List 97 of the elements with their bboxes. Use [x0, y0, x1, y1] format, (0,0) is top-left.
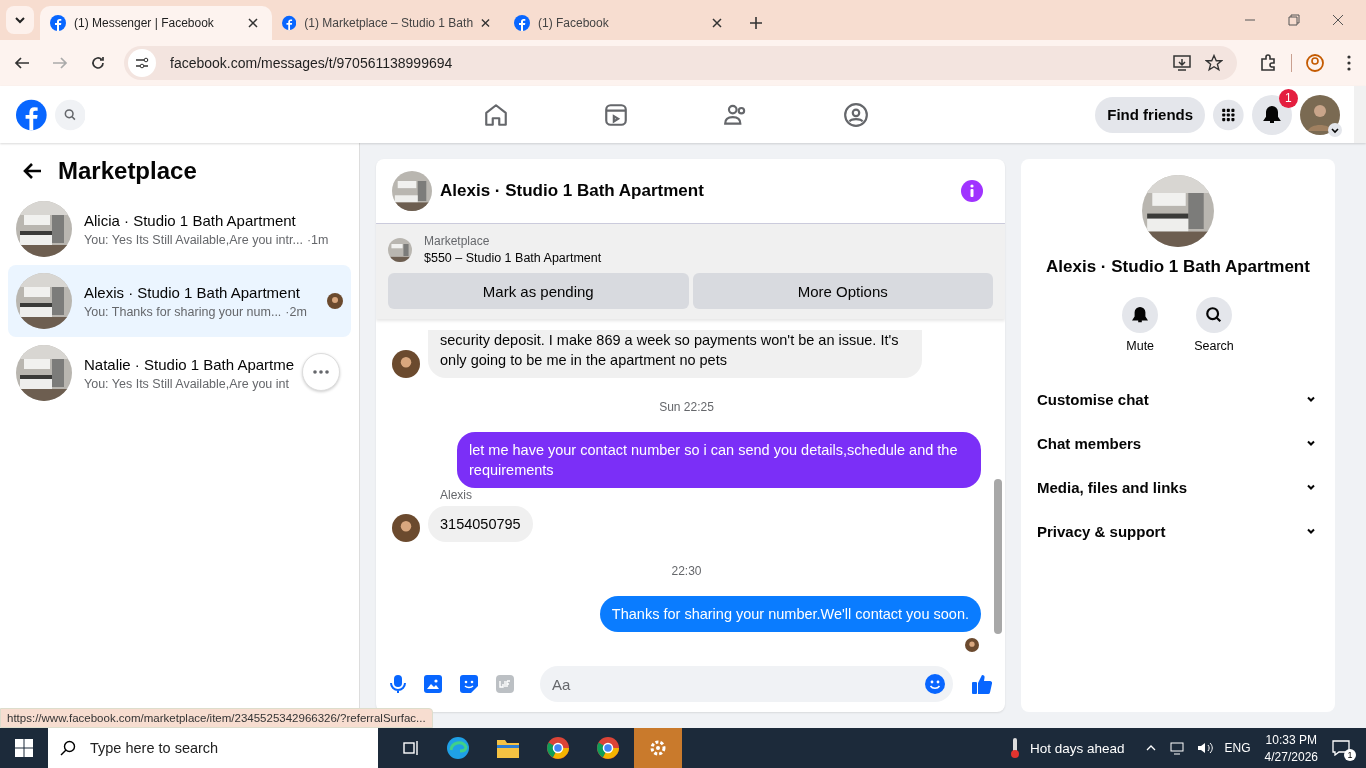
chrome-icon[interactable] — [596, 736, 620, 760]
sidebar-title: Marketplace — [58, 157, 197, 185]
info-icon[interactable] — [961, 180, 983, 202]
conversation-item[interactable]: Alexis · Studio 1 Bath Apartment You: Thanks for sharing your num... ·2m — [8, 265, 351, 337]
bell-icon[interactable] — [1122, 297, 1159, 333]
task-view-icon[interactable] — [402, 739, 420, 757]
edge-browser-icon[interactable] — [446, 736, 470, 760]
listing-action-button[interactable]: More Options — [692, 273, 993, 309]
conversation-name: Natalie · Studio 1 Bath Apartme — [84, 355, 295, 373]
thermometer-icon[interactable] — [1008, 737, 1022, 759]
thumbs-up-icon[interactable] — [971, 673, 993, 695]
microphone-icon[interactable] — [390, 674, 406, 694]
settings-section[interactable]: Media, files and links — [1021, 465, 1335, 509]
gear-icon[interactable] — [648, 738, 668, 758]
search-icon[interactable] — [60, 740, 76, 756]
reload-icon[interactable] — [90, 55, 106, 71]
back-icon[interactable] — [14, 55, 30, 71]
action-label: Mute — [1126, 339, 1155, 353]
seen-avatar — [965, 638, 979, 652]
message-timestamp: Sun 22:25 — [658, 400, 715, 414]
message-timestamp: 22:30 — [670, 564, 703, 578]
restore-icon[interactable] — [1288, 14, 1300, 26]
menu-icon[interactable] — [1346, 55, 1352, 71]
chevron-down-icon[interactable] — [14, 14, 26, 26]
avatar — [392, 350, 420, 378]
volume-icon[interactable] — [1196, 741, 1213, 755]
extensions-icon[interactable] — [1259, 54, 1277, 72]
message-bubble: security deposit. I make 869 a week so payments won't be an issue. It's only going to be me in the apartment no pets — [428, 330, 922, 378]
notifications-icon[interactable] — [1251, 94, 1292, 135]
contact-name: Alexis · Studio 1 Bath Apartment — [1046, 257, 1310, 277]
chrome-icon[interactable] — [546, 736, 570, 760]
chat-title: Alexis · Studio 1 Bath Apartment — [440, 181, 704, 201]
new-tab-icon[interactable] — [750, 17, 762, 29]
search-icon[interactable] — [1196, 297, 1232, 333]
conversation-name: Alexis · Studio 1 Bath Apartment — [84, 283, 300, 301]
close-icon[interactable] — [712, 18, 722, 28]
profile-icon[interactable] — [1306, 54, 1324, 72]
message-preview: You: Yes Its Still Available,Are you intr... — [84, 232, 303, 247]
windows-start-icon[interactable] — [15, 739, 33, 757]
address-bar[interactable]: facebook.com/messages/t/970561138999694 — [124, 46, 1237, 80]
conversation-name: Alicia · Studio 1 Bath Apartment — [84, 211, 296, 229]
notification-center-icon[interactable] — [1332, 740, 1350, 756]
facebook-logo-icon — [514, 15, 530, 31]
close-icon[interactable] — [481, 18, 490, 28]
message-preview: You: Thanks for sharing your num... — [84, 304, 282, 319]
browser-tab[interactable]: (1) Facebook — [504, 6, 736, 40]
settings-section[interactable]: Customise chat — [1021, 377, 1335, 421]
weather-text[interactable]: Hot days ahead — [1030, 740, 1125, 756]
language-indicator[interactable]: ENG — [1224, 741, 1251, 755]
sender-name: Alexis — [440, 488, 473, 502]
browser-tab[interactable]: (1) Messenger | Facebook — [40, 6, 272, 40]
facebook-logo-icon — [50, 15, 66, 31]
browser-tab[interactable]: (1) Marketplace – Studio 1 Bath — [272, 6, 504, 40]
message-time: ·1m — [306, 232, 329, 247]
message-bubble: let me have your contact number so i can send you details,schedule and the requirements — [457, 432, 981, 488]
message-bubble: Thanks for sharing your number.We'll contact you soon. — [599, 596, 981, 632]
conversation-item[interactable]: Natalie · Studio 1 Bath Apartme You: Yes Its Still Available,Are you int — [8, 337, 351, 409]
conversation-item[interactable]: Alicia · Studio 1 Bath Apartment You: Yes Its Still Available,Are you intr... ·1m — [8, 193, 351, 265]
taskbar-search-field[interactable]: Type here to search — [48, 728, 378, 768]
home-icon[interactable] — [483, 101, 510, 128]
close-icon[interactable] — [1332, 14, 1344, 26]
install-icon[interactable] — [1173, 55, 1191, 71]
groups-icon[interactable] — [843, 101, 870, 128]
settings-section[interactable]: Chat members — [1021, 421, 1335, 465]
back-arrow-icon[interactable] — [22, 162, 42, 180]
status-url: https://www.facebook.com/marketplace/item/2345525342966326/?referralSurfac... — [0, 708, 433, 728]
message-input[interactable]: Aa — [540, 666, 953, 702]
settings-app-button[interactable] — [634, 728, 682, 768]
clock-time[interactable]: 10:33 PM — [1265, 732, 1317, 747]
sticker-icon[interactable] — [460, 675, 478, 693]
network-icon[interactable] — [1168, 741, 1185, 755]
action-label: Search — [1194, 339, 1234, 353]
caret-icon[interactable] — [1327, 122, 1342, 137]
close-icon[interactable] — [248, 18, 258, 28]
listing-title: $550 – Studio 1 Bath Apartment — [424, 251, 602, 265]
listing-source: Marketplace — [424, 234, 491, 248]
site-settings-icon[interactable] — [128, 49, 156, 77]
tab-list-button[interactable] — [6, 6, 34, 34]
image-icon[interactable] — [424, 675, 442, 693]
avatar — [392, 514, 420, 542]
star-icon[interactable] — [1205, 54, 1223, 72]
message-preview: You: Yes Its Still Available,Are you int — [84, 376, 289, 391]
more-icon[interactable] — [313, 370, 329, 374]
settings-section[interactable]: Privacy & support — [1021, 509, 1335, 553]
video-icon[interactable] — [603, 101, 630, 128]
find-friends-button[interactable]: Find friends — [1095, 96, 1206, 133]
listing-action-button[interactable]: Mark as pending — [388, 273, 689, 309]
message-bubble: 3154050795 — [428, 506, 533, 542]
facebook-logo-icon — [282, 15, 297, 31]
notification-badge: 1 — [1278, 88, 1298, 108]
emoji-icon[interactable] — [925, 674, 945, 694]
avatar[interactable] — [1299, 94, 1340, 135]
message-time: ·2m — [285, 304, 307, 319]
notification-count: 1 — [1344, 749, 1356, 761]
clock-date[interactable]: 4/27/2026 — [1264, 749, 1318, 764]
scrollbar[interactable] — [1353, 86, 1366, 143]
folder-icon[interactable] — [496, 737, 520, 759]
